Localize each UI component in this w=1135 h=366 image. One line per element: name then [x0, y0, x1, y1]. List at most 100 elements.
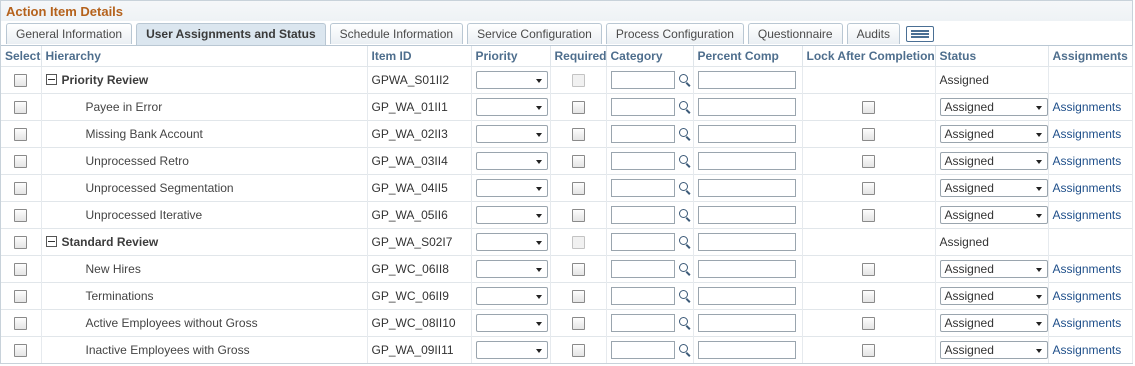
category-input[interactable]	[610, 260, 675, 278]
category-input[interactable]	[610, 71, 675, 89]
priority-dropdown[interactable]	[475, 206, 548, 224]
category-input[interactable]	[610, 206, 675, 224]
tab-user-assignments-and-status[interactable]: User Assignments and Status	[136, 23, 326, 45]
assignments-link[interactable]: Assignments	[1053, 181, 1122, 195]
select-checkbox[interactable]	[14, 209, 28, 223]
priority-dropdown[interactable]	[475, 179, 548, 197]
status-dropdown[interactable]: Assigned	[939, 125, 1048, 143]
lock-after-completion-checkbox[interactable]	[862, 344, 875, 358]
lookup-magnifier-icon[interactable]	[678, 73, 692, 87]
tab-schedule-information[interactable]: Schedule Information	[329, 23, 464, 44]
lock-after-completion-checkbox[interactable]	[862, 290, 875, 304]
status-dropdown[interactable]: Assigned	[939, 206, 1048, 224]
percent-comp-input[interactable]	[697, 152, 796, 170]
category-input[interactable]	[610, 125, 675, 143]
priority-dropdown[interactable]	[475, 98, 548, 116]
select-checkbox[interactable]	[14, 263, 28, 277]
priority-dropdown[interactable]	[475, 125, 548, 143]
percent-comp-input[interactable]	[697, 125, 796, 143]
select-checkbox[interactable]	[14, 344, 28, 358]
lock-after-completion-checkbox[interactable]	[862, 182, 875, 196]
priority-dropdown[interactable]	[475, 314, 548, 332]
select-checkbox[interactable]	[14, 317, 28, 331]
category-input[interactable]	[610, 152, 675, 170]
lock-after-completion-checkbox[interactable]	[862, 101, 875, 115]
status-dropdown[interactable]: Assigned	[939, 341, 1048, 359]
priority-dropdown[interactable]	[475, 152, 548, 170]
lock-after-completion-checkbox[interactable]	[862, 209, 875, 223]
status-dropdown[interactable]: Assigned	[939, 179, 1048, 197]
required-checkbox[interactable]	[571, 209, 585, 223]
category-input[interactable]	[610, 341, 675, 359]
percent-comp-input[interactable]	[697, 314, 796, 332]
category-input[interactable]	[610, 287, 675, 305]
select-checkbox[interactable]	[14, 101, 28, 115]
tab-questionnaire[interactable]: Questionnaire	[747, 23, 843, 44]
status-dropdown[interactable]: Assigned	[939, 287, 1048, 305]
required-checkbox[interactable]	[571, 344, 585, 358]
assignments-link[interactable]: Assignments	[1053, 127, 1122, 141]
select-checkbox[interactable]	[14, 74, 28, 88]
lookup-magnifier-icon[interactable]	[678, 127, 692, 141]
priority-dropdown[interactable]	[475, 287, 548, 305]
percent-comp-input[interactable]	[697, 206, 796, 224]
assignments-link[interactable]: Assignments	[1053, 289, 1122, 303]
assignments-link[interactable]: Assignments	[1053, 208, 1122, 222]
collapse-minus-icon[interactable]	[45, 236, 57, 247]
required-checkbox[interactable]	[571, 236, 585, 250]
lookup-magnifier-icon[interactable]	[678, 208, 692, 222]
percent-comp-input[interactable]	[697, 287, 796, 305]
percent-comp-input[interactable]	[697, 98, 796, 116]
category-input[interactable]	[610, 98, 675, 116]
assignments-link[interactable]: Assignments	[1053, 100, 1122, 114]
required-checkbox[interactable]	[571, 74, 585, 88]
lookup-magnifier-icon[interactable]	[678, 289, 692, 303]
select-checkbox[interactable]	[14, 236, 28, 250]
lock-after-completion-checkbox[interactable]	[862, 128, 875, 142]
status-dropdown[interactable]: Assigned	[939, 260, 1048, 278]
tab-audits[interactable]: Audits	[846, 23, 900, 44]
lock-after-completion-checkbox[interactable]	[862, 317, 875, 331]
priority-dropdown[interactable]	[475, 260, 548, 278]
select-checkbox[interactable]	[14, 128, 28, 142]
lookup-magnifier-icon[interactable]	[678, 343, 692, 357]
tab-service-configuration[interactable]: Service Configuration	[467, 23, 602, 44]
lock-after-completion-checkbox[interactable]	[862, 155, 875, 169]
lookup-magnifier-icon[interactable]	[678, 235, 692, 249]
required-checkbox[interactable]	[571, 290, 585, 304]
status-dropdown[interactable]: Assigned	[939, 152, 1048, 170]
assignments-link[interactable]: Assignments	[1053, 154, 1122, 168]
tab-process-configuration[interactable]: Process Configuration	[605, 23, 744, 44]
assignments-link[interactable]: Assignments	[1053, 316, 1122, 330]
percent-comp-input[interactable]	[697, 233, 796, 251]
status-dropdown[interactable]: Assigned	[939, 98, 1048, 116]
select-checkbox[interactable]	[14, 155, 28, 169]
status-dropdown[interactable]: Assigned	[939, 314, 1048, 332]
required-checkbox[interactable]	[571, 101, 585, 115]
lookup-magnifier-icon[interactable]	[678, 154, 692, 168]
priority-dropdown[interactable]	[475, 71, 548, 89]
category-input[interactable]	[610, 233, 675, 251]
lookup-magnifier-icon[interactable]	[678, 262, 692, 276]
percent-comp-input[interactable]	[697, 71, 796, 89]
lookup-magnifier-icon[interactable]	[678, 100, 692, 114]
percent-comp-input[interactable]	[697, 260, 796, 278]
lock-after-completion-checkbox[interactable]	[862, 263, 875, 277]
priority-dropdown[interactable]	[475, 233, 548, 251]
lookup-magnifier-icon[interactable]	[678, 181, 692, 195]
percent-comp-input[interactable]	[697, 341, 796, 359]
category-input[interactable]	[610, 314, 675, 332]
required-checkbox[interactable]	[571, 155, 585, 169]
percent-comp-input[interactable]	[697, 179, 796, 197]
required-checkbox[interactable]	[571, 128, 585, 142]
assignments-link[interactable]: Assignments	[1053, 262, 1122, 276]
collapse-minus-icon[interactable]	[45, 74, 57, 85]
select-checkbox[interactable]	[14, 290, 28, 304]
select-checkbox[interactable]	[14, 182, 28, 196]
priority-dropdown[interactable]	[475, 341, 548, 359]
lookup-magnifier-icon[interactable]	[678, 316, 692, 330]
required-checkbox[interactable]	[571, 317, 585, 331]
tab-general-information[interactable]: General Information	[6, 23, 133, 44]
tab-list-icon[interactable]	[905, 26, 934, 42]
category-input[interactable]	[610, 179, 675, 197]
